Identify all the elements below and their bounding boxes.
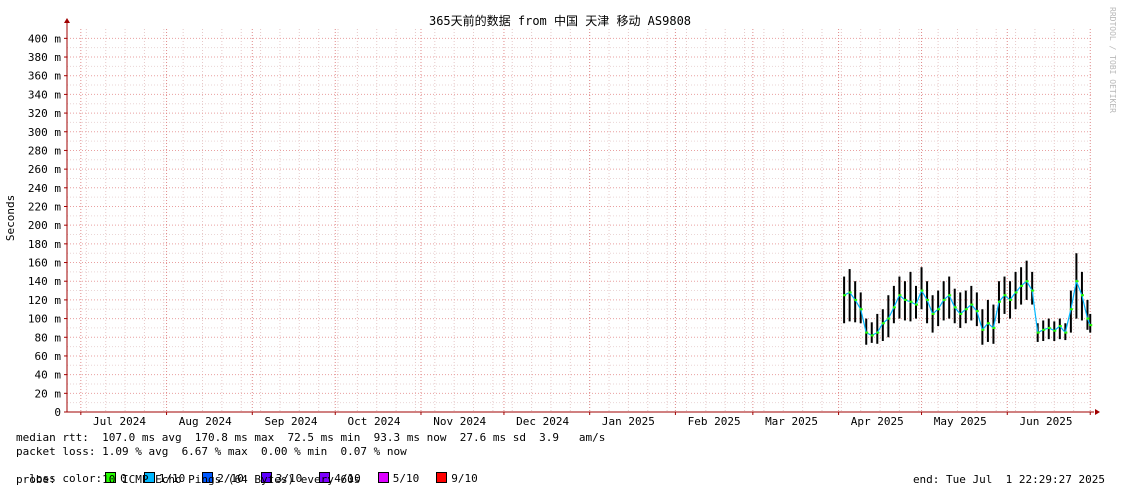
median-rtt-point (975, 310, 979, 313)
median-rtt-point (881, 322, 885, 325)
median-rtt-point (843, 294, 847, 297)
y-tick-label: 220 m (28, 200, 61, 213)
x-tick-label: Oct 2024 (347, 415, 400, 428)
loss-color-swatch (377, 472, 389, 483)
median-rtt-point (937, 308, 941, 311)
x-tick-label: Apr 2025 (851, 415, 904, 428)
loss-color-swatch-label: 9/10 (451, 472, 478, 485)
median-rtt-point (942, 298, 946, 301)
median-rtt-point (1064, 331, 1068, 334)
loss-color-legend: loss color: 0 1/10 2/10 3/10 4/10 5/10 9/10 (16, 459, 492, 485)
y-tick-label: 60 m (35, 350, 62, 363)
y-tick-label: 380 m (28, 51, 61, 64)
y-tick-label: 400 m (28, 32, 61, 45)
median-rtt-point (953, 306, 957, 309)
y-axis-arrow (64, 18, 70, 23)
axes: 0 20 m 40 m 60 m 80 m 100 m 120 m 140 m 160 m 180… (28, 18, 1100, 428)
x-tick-label: Jan 2025 (602, 415, 655, 428)
median-rtt-point (986, 322, 990, 325)
grid (67, 29, 1093, 412)
median-rtt-point (948, 294, 952, 297)
median-rtt-point (1014, 291, 1018, 294)
y-tick-label: 20 m (35, 387, 62, 400)
x-tick-label: Nov 2024 (433, 415, 486, 428)
median-rtt-point (1020, 284, 1024, 287)
x-tick-label: Feb 2025 (688, 415, 741, 428)
median-rtt-point (1031, 289, 1035, 292)
median-rtt-stats: median rtt: 107.0 ms avg 170.8 ms max 72… (16, 431, 606, 444)
median-rtt-point (970, 303, 974, 306)
y-tick-label: 260 m (28, 163, 61, 176)
median-rtt-point (1047, 326, 1051, 329)
probe-info: probe: 10 ICMP Echo Pings (64 Bytes) eve… (16, 473, 361, 486)
median-rtt-point (898, 294, 902, 297)
median-rtt-point (859, 308, 863, 311)
loss-color-swatch-label: 5/10 (392, 472, 420, 485)
y-tick-label: 140 m (28, 275, 61, 288)
median-rtt-point (1086, 317, 1090, 320)
median-rtt-point (903, 298, 907, 301)
x-tick-label: Sep 2024 (265, 415, 318, 428)
y-tick-label: 200 m (28, 219, 61, 232)
chart-title: 365天前的数据 from 中国 天津 移动 AS9808 (429, 13, 691, 28)
median-rtt-point (981, 328, 985, 331)
y-tick-label: 0 (54, 406, 61, 419)
median-rtt-point (870, 334, 874, 337)
median-rtt-point (876, 331, 880, 334)
y-tick-label: 160 m (28, 257, 61, 270)
y-tick-label: 300 m (28, 126, 61, 139)
median-rtt-point (1075, 280, 1079, 283)
y-tick-label: 240 m (28, 182, 61, 195)
median-rtt-point (865, 331, 869, 334)
median-rtt-point (959, 312, 963, 315)
rrdtool-watermark: RRDTOOL / TOBI OETIKER (1108, 7, 1117, 113)
y-tick-label: 280 m (28, 144, 61, 157)
x-tick-label: May 2025 (934, 415, 987, 428)
median-rtt-point (931, 312, 935, 315)
packet-loss-stats: packet loss: 1.09 % avg 6.67 % max 0.00 … (16, 445, 407, 458)
x-tick-label: Jun 2025 (1019, 415, 1072, 428)
median-rtt-point (964, 308, 968, 311)
median-rtt-point (1042, 328, 1046, 331)
median-rtt-point (1089, 324, 1093, 327)
loss-color-swatch (436, 472, 448, 483)
x-tick-label: Aug 2024 (179, 415, 232, 428)
median-rtt-point (926, 298, 930, 301)
median-rtt-point (854, 298, 858, 301)
median-rtt-point (1069, 308, 1073, 311)
x-tick-label: Mar 2025 (765, 415, 818, 428)
y-tick-label: 80 m (35, 331, 62, 344)
median-rtt-point (1053, 329, 1057, 332)
median-rtt-point (1080, 294, 1084, 297)
median-rtt-point (892, 306, 896, 309)
x-tick-label: Jul 2024 (93, 415, 146, 428)
x-tick-label: Dec 2024 (516, 415, 569, 428)
median-rtt-point (1025, 280, 1029, 283)
median-rtt-point (1009, 298, 1013, 301)
median-rtt-point (848, 291, 852, 294)
median-rtt-point (920, 289, 924, 292)
median-rtt-point (1003, 294, 1007, 297)
end-time: end: Tue Jul 1 22:29:27 2025 (912, 473, 1105, 486)
y-tick-label: 100 m (28, 313, 61, 326)
y-tick-label: 320 m (28, 107, 61, 120)
y-tick-label: 120 m (28, 294, 61, 307)
x-axis-arrow (1095, 409, 1100, 415)
y-tick-label: 340 m (28, 88, 61, 101)
rrd-chart: 0 20 m 40 m 60 m 80 m 100 m 120 m 140 m 160 m 180… (4, 7, 1117, 428)
median-rtt-point (909, 300, 913, 303)
median-rtt-point (997, 300, 1001, 303)
median-rtt-point (887, 317, 891, 320)
y-tick-label: 360 m (28, 70, 61, 83)
median-rtt-point (992, 326, 996, 329)
y-tick-label: 180 m (28, 238, 61, 251)
y-tick-label: 40 m (35, 369, 62, 382)
median-rtt-point (915, 303, 919, 306)
median-rtt-point (1036, 331, 1040, 334)
y-axis-label: Seconds (4, 195, 17, 241)
median-rtt-point (1058, 325, 1062, 328)
